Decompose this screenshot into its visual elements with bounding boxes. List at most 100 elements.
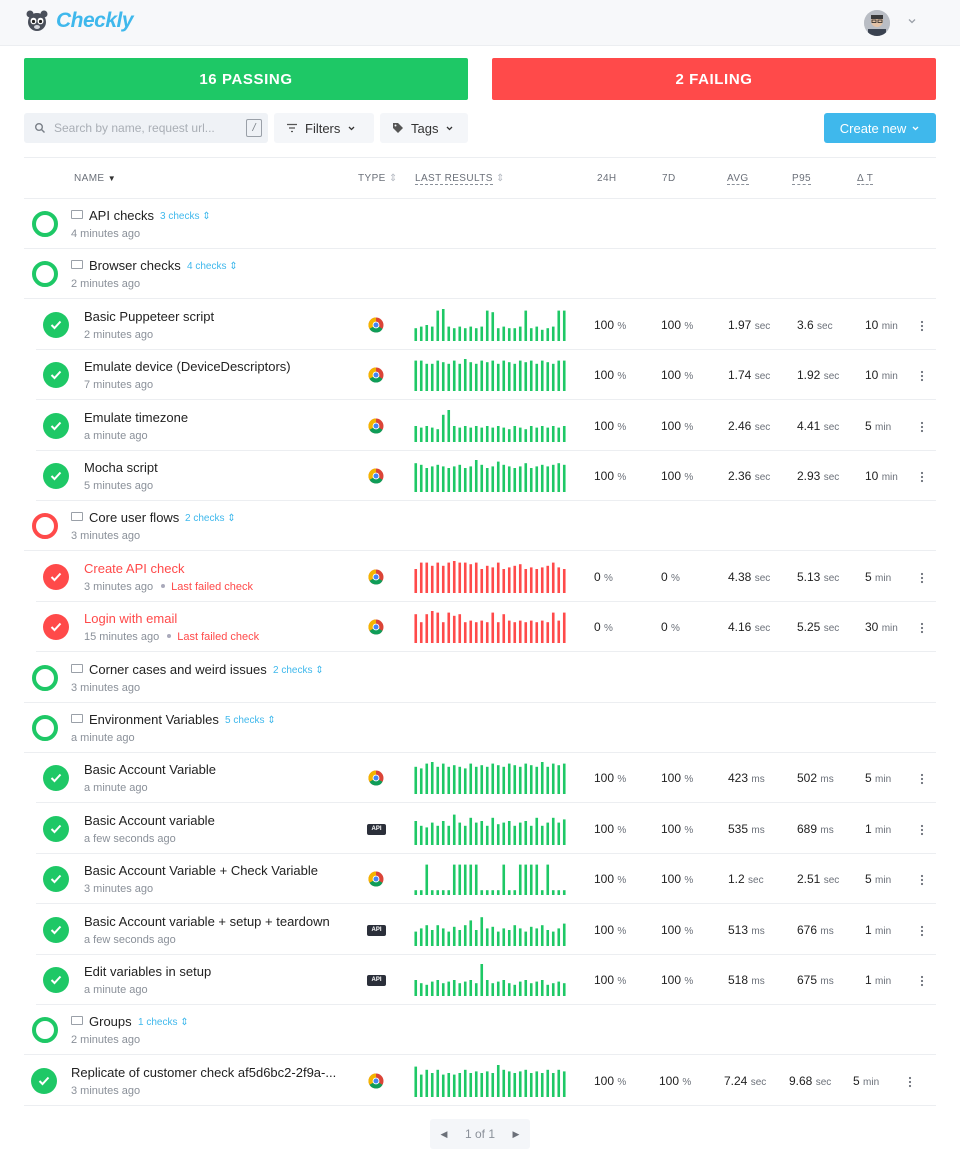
check-row[interactable]: Mocha script 5 minutes ago 100 % 100 % 2.36 …: [0, 451, 960, 501]
last-failed-link[interactable]: Last failed check: [171, 581, 253, 593]
check-row[interactable]: Basic Account variable + setup + teardow…: [0, 905, 960, 955]
result-bar[interactable]: [485, 362, 489, 391]
result-bar[interactable]: [469, 620, 473, 643]
result-bar[interactable]: [518, 427, 522, 442]
result-bar[interactable]: [529, 426, 533, 442]
result-bar[interactable]: [463, 622, 467, 643]
result-bar[interactable]: [540, 426, 544, 442]
result-bar[interactable]: [496, 562, 500, 593]
last-results-chart[interactable]: [413, 611, 567, 643]
more-options-icon[interactable]: [920, 572, 924, 584]
result-bar[interactable]: [535, 326, 539, 341]
result-bar[interactable]: [546, 466, 550, 492]
result-bar[interactable]: [414, 766, 418, 794]
result-bar[interactable]: [447, 981, 451, 996]
result-bar[interactable]: [458, 614, 462, 643]
result-bar[interactable]: [441, 362, 445, 391]
passing-summary-button[interactable]: 16 PASSING: [24, 58, 468, 100]
result-bar[interactable]: [441, 565, 445, 593]
result-bar[interactable]: [507, 890, 511, 895]
result-bar[interactable]: [529, 567, 533, 593]
result-bar[interactable]: [496, 824, 500, 845]
result-bar[interactable]: [452, 1074, 456, 1097]
result-bar[interactable]: [551, 931, 555, 946]
result-bar[interactable]: [480, 464, 484, 492]
last-results-chart[interactable]: [413, 863, 567, 895]
result-bar[interactable]: [447, 468, 451, 492]
result-bar[interactable]: [529, 825, 533, 845]
check-row[interactable]: Basic Puppeteer script 2 minutes ago 100 %…: [0, 300, 960, 350]
group-row[interactable]: Groups 1 checks ⇕ 2 minutes ago: [0, 1005, 960, 1055]
result-bar[interactable]: [474, 1071, 478, 1097]
result-bar[interactable]: [507, 362, 511, 391]
result-bar[interactable]: [458, 822, 462, 845]
result-bar[interactable]: [441, 466, 445, 492]
result-bar[interactable]: [480, 360, 484, 391]
check-row[interactable]: Create API check 3 minutes ago Last failed…: [0, 552, 960, 602]
result-bar[interactable]: [540, 762, 544, 794]
result-bar[interactable]: [447, 931, 451, 946]
last-results-chart[interactable]: [413, 964, 567, 996]
result-bar[interactable]: [469, 326, 473, 341]
next-page-button[interactable]: ▶: [502, 1119, 530, 1149]
result-bar[interactable]: [452, 328, 456, 341]
result-bar[interactable]: [469, 427, 473, 442]
result-bar[interactable]: [452, 360, 456, 391]
check-name[interactable]: Create API check: [84, 561, 184, 576]
result-bar[interactable]: [518, 928, 522, 946]
result-bar[interactable]: [463, 426, 467, 442]
more-options-icon[interactable]: [920, 370, 924, 382]
result-bar[interactable]: [562, 569, 566, 593]
result-bar[interactable]: [419, 768, 423, 794]
result-bar[interactable]: [535, 817, 539, 845]
result-bar[interactable]: [436, 562, 440, 593]
result-bar[interactable]: [474, 328, 478, 341]
result-bar[interactable]: [535, 622, 539, 643]
result-bar[interactable]: [474, 930, 478, 946]
result-bar[interactable]: [546, 984, 550, 996]
result-bar[interactable]: [507, 763, 511, 794]
result-bar[interactable]: [507, 567, 511, 593]
result-bar[interactable]: [496, 981, 500, 996]
last-results-chart[interactable]: [413, 1065, 567, 1097]
result-bar[interactable]: [458, 562, 462, 593]
result-bar[interactable]: [414, 980, 418, 996]
result-bar[interactable]: [496, 426, 500, 442]
result-bar[interactable]: [458, 930, 462, 946]
more-options-icon[interactable]: [920, 874, 924, 886]
group-name[interactable]: Corner cases and weird issues: [89, 662, 267, 677]
result-bar[interactable]: [447, 1073, 451, 1097]
result-bar[interactable]: [551, 562, 555, 593]
result-bar[interactable]: [485, 622, 489, 643]
result-bar[interactable]: [474, 822, 478, 845]
result-bar[interactable]: [551, 326, 555, 341]
result-bar[interactable]: [491, 427, 495, 442]
result-bar[interactable]: [430, 762, 434, 794]
last-results-chart[interactable]: [413, 762, 567, 794]
result-bar[interactable]: [518, 822, 522, 845]
result-bar[interactable]: [485, 426, 489, 442]
result-bar[interactable]: [480, 569, 484, 593]
result-bar[interactable]: [513, 622, 517, 643]
result-bar[interactable]: [441, 928, 445, 946]
result-bar[interactable]: [447, 612, 451, 643]
result-bar[interactable]: [551, 1073, 555, 1097]
result-bar[interactable]: [524, 569, 528, 593]
group-row[interactable]: Core user flows 2 checks ⇕ 3 minutes ago: [0, 501, 960, 551]
result-bar[interactable]: [452, 426, 456, 442]
result-bar[interactable]: [513, 363, 517, 391]
group-name[interactable]: Environment Variables: [89, 712, 219, 727]
result-bar[interactable]: [502, 766, 506, 794]
result-bar[interactable]: [436, 429, 440, 442]
result-bar[interactable]: [441, 309, 445, 341]
result-bar[interactable]: [540, 1073, 544, 1097]
check-row[interactable]: Emulate device (DeviceDescriptors) 7 minu…: [0, 350, 960, 400]
result-bar[interactable]: [524, 429, 528, 442]
result-bar[interactable]: [535, 569, 539, 593]
result-bar[interactable]: [463, 359, 467, 391]
result-bar[interactable]: [562, 360, 566, 391]
result-bar[interactable]: [546, 362, 550, 391]
result-bar[interactable]: [562, 983, 566, 996]
result-bar[interactable]: [518, 360, 522, 391]
result-bar[interactable]: [425, 864, 429, 895]
